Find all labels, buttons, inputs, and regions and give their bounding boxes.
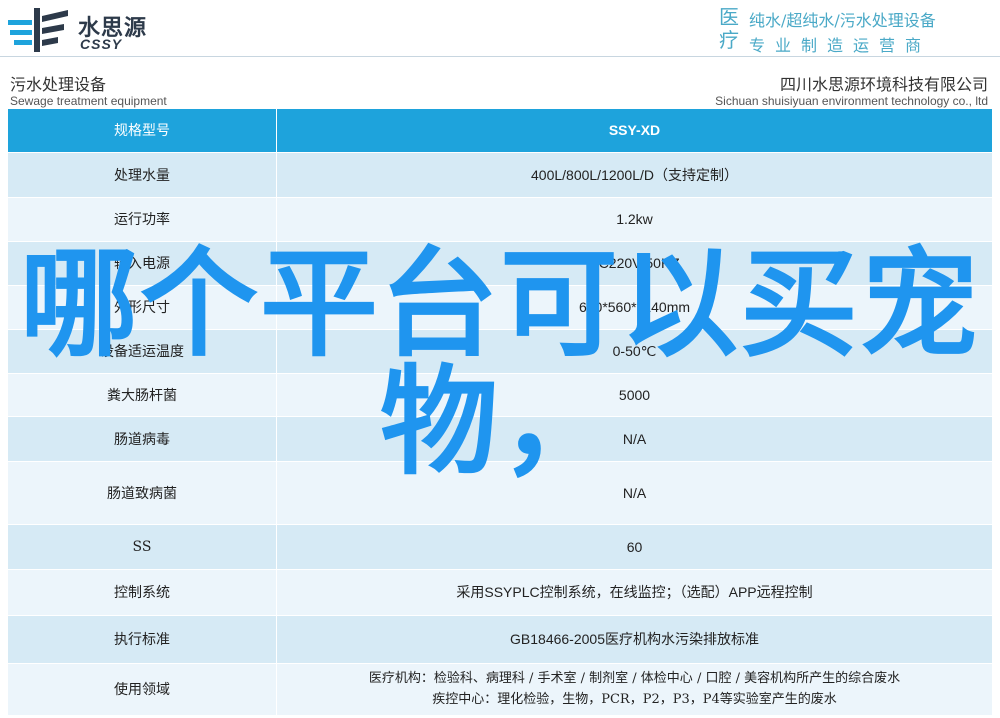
row-key: SS [8, 524, 277, 570]
row-key: 处理水量 [8, 152, 277, 198]
row-key: 运行功率 [8, 197, 277, 242]
table-row-usage: 使用领域 医疗机构：检验科、病理科 / 手术室 / 制剂室 / 体检中心 / 口… [8, 663, 992, 716]
header-divider [0, 56, 1000, 57]
table-row: 处理水量 400L/800L/1200L/D（支持定制） [8, 152, 992, 198]
row-key: 外形尺寸 [8, 285, 277, 330]
logo-mark-icon [8, 8, 68, 52]
table-header-row: 规格型号 SSY-XD [8, 109, 992, 153]
row-value: GB18466-2005医疗机构水污染排放标准 [276, 615, 992, 664]
spec-table: 规格型号 SSY-XD 处理水量 400L/800L/1200L/D（支持定制）… [8, 109, 992, 716]
table-header-key: 规格型号 [8, 109, 277, 153]
row-key: 粪大肠杆菌 [8, 373, 277, 417]
company-name-cn: 四川水思源环境科技有限公司 [779, 75, 988, 94]
table-header-value: SSY-XD [276, 109, 992, 153]
table-row: SS 60 [8, 524, 992, 570]
row-value: 5000 [276, 373, 992, 417]
table-row: 输入电源 AC220V/50HZ [8, 241, 992, 286]
table-row: 肠道病毒 N/A [8, 416, 992, 462]
table-row: 执行标准 GB18466-2005医疗机构水污染排放标准 [8, 615, 992, 664]
table-row: 粪大肠杆菌 5000 [8, 373, 992, 417]
product-category-en: Sewage treatment equipment [10, 94, 167, 108]
row-key: 输入电源 [8, 241, 277, 286]
row-value: N/A [276, 461, 992, 525]
row-value: 60 [276, 524, 992, 570]
row-key: 肠道病毒 [8, 416, 277, 462]
row-key: 设备适运温度 [8, 329, 277, 374]
table-row: 外形尺寸 680*560*1140mm [8, 285, 992, 330]
row-value: N/A [276, 416, 992, 462]
table-row: 肠道致病菌 N/A [8, 461, 992, 525]
row-value: 0-50℃ [276, 329, 992, 374]
usage-line-1: 医疗机构：检验科、病理科 / 手术室 / 制剂室 / 体检中心 / 口腔 / 美… [368, 671, 901, 686]
usage-value: 医疗机构：检验科、病理科 / 手术室 / 制剂室 / 体检中心 / 口腔 / 美… [276, 663, 992, 716]
header-slogan: 医疗 纯水/超纯水/污水处理设备 专业制造运营商 [719, 5, 994, 56]
slogan-line-2: 专业制造运营商 [749, 36, 932, 55]
table-row: 设备适运温度 0-50℃ [8, 329, 992, 374]
table-row: 运行功率 1.2kw [8, 197, 992, 242]
table-row: 控制系统 采用SSYPLC控制系统，在线监控；（选配）APP远程控制 [8, 569, 992, 616]
row-value: 1.2kw [276, 197, 992, 242]
row-key: 使用领域 [8, 663, 277, 716]
row-value: AC220V/50HZ [276, 241, 992, 286]
logo-name-en: CSSY [80, 36, 123, 52]
row-key: 执行标准 [8, 615, 277, 664]
product-category-cn: 污水处理设备 [10, 75, 107, 94]
row-key: 肠道致病菌 [8, 461, 277, 525]
row-key: 控制系统 [8, 569, 277, 616]
company-name-en: Sichuan shuisiyuan environment technolog… [715, 94, 988, 108]
row-value: 400L/800L/1200L/D（支持定制） [276, 152, 992, 198]
row-value: 采用SSYPLC控制系统，在线监控；（选配）APP远程控制 [276, 569, 992, 616]
slogan-big-text: 医疗 [719, 5, 739, 52]
usage-line-2: 疾控中心：理化检验，生物，PCR，P2，P3，P4等实验室产生的废水 [432, 692, 837, 707]
company-logo: 水思源 CSSY [8, 6, 178, 52]
row-value: 680*560*1140mm [276, 285, 992, 330]
slogan-line-1: 纯水/超纯水/污水处理设备 [749, 11, 936, 30]
